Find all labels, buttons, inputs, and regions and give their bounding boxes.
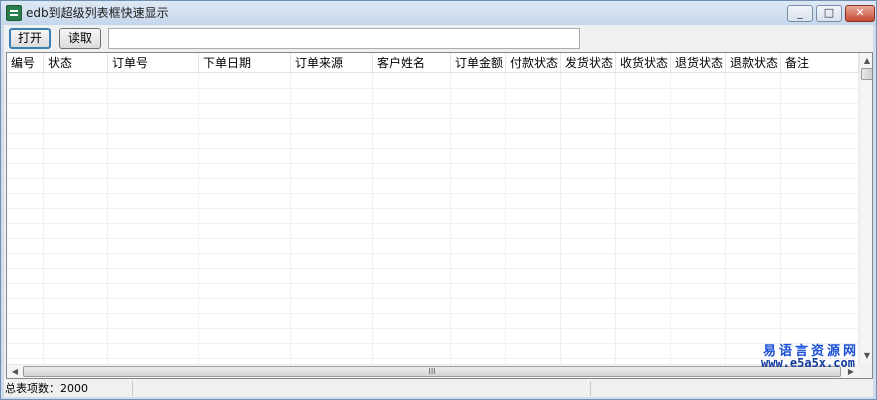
path-input[interactable] [108, 28, 580, 49]
grid-row-line [7, 328, 859, 329]
maximize-button[interactable]: □ [816, 5, 842, 22]
grid-row-line [7, 133, 859, 134]
super-list-box[interactable]: 编号 状态 订单号 下单日期 订单来源 客户姓名 订单金额 付款状态 发货状态 收货状态 退货状态退… [6, 52, 873, 379]
status-divider [132, 381, 133, 396]
column-header[interactable]: 订单来源 [291, 53, 373, 73]
grid-row-line [7, 178, 859, 179]
column-header[interactable]: 付款状态 [506, 53, 561, 73]
watermark-url: www.e5a5x.com [761, 356, 855, 370]
open-button[interactable]: 打开 [9, 28, 51, 49]
list-header: 编号 状态 订单号 下单日期 订单来源 客户姓名 订单金额 付款状态 发货状态 收货状态 退货状态退… [7, 53, 859, 73]
grid-column-line [44, 73, 108, 365]
grid-row-line [7, 343, 859, 344]
grid-column-line [373, 73, 451, 365]
horizontal-scrollbar[interactable]: ◀ III ▶ [7, 364, 859, 378]
grid-row-line [7, 298, 859, 299]
vertical-scroll-thumb[interactable] [861, 68, 872, 80]
column-header[interactable]: 编号 [7, 53, 44, 73]
scroll-down-icon[interactable]: ▼ [860, 349, 872, 363]
grid-row-line [7, 208, 859, 209]
grid-column-line [781, 73, 859, 365]
status-bar: 总表项数：2000 [4, 380, 873, 397]
grid-column-line [726, 73, 781, 365]
grid-column-line [108, 73, 199, 365]
column-header[interactable]: 状态 [44, 53, 108, 73]
read-button[interactable]: 读取 [59, 28, 101, 49]
window-title: edb到超级列表框快速显示 [26, 6, 169, 20]
grid-row-line [7, 163, 859, 164]
grid-row-line [7, 223, 859, 224]
column-header[interactable]: 发货状态 [561, 53, 616, 73]
column-header[interactable]: 下单日期 [199, 53, 291, 73]
scroll-up-icon[interactable]: ▲ [860, 54, 872, 68]
grid-row-line [7, 283, 859, 284]
grid-row-line [7, 253, 859, 254]
title-bar[interactable]: edb到超级列表框快速显示 _ □ ✕ [1, 1, 876, 25]
grid-column-line [199, 73, 291, 365]
grid-column-line [561, 73, 616, 365]
app-icon [6, 5, 22, 21]
grid-row-line [7, 358, 859, 359]
close-button[interactable]: ✕ [845, 5, 875, 22]
grid-column-line [671, 73, 726, 365]
column-header[interactable]: 备注 [781, 53, 859, 73]
column-header[interactable]: 订单号 [108, 53, 199, 73]
grid-column-line [616, 73, 671, 365]
column-header[interactable]: 客户姓名 [373, 53, 451, 73]
column-header[interactable]: 收货状态 [616, 53, 671, 73]
grid-column-line [506, 73, 561, 365]
scroll-left-icon[interactable]: ◀ [8, 365, 22, 378]
grid-row-line [7, 88, 859, 89]
status-total-items: 总表项数：2000 [5, 382, 88, 395]
grid-row-line [7, 118, 859, 119]
grid-row-line [7, 268, 859, 269]
list-body[interactable] [7, 73, 859, 365]
minimize-button[interactable]: _ [787, 5, 813, 22]
grid-row-line [7, 313, 859, 314]
scroll-corner [859, 364, 872, 378]
grid-column-line [291, 73, 373, 365]
grid-row-line [7, 103, 859, 104]
column-header[interactable]: 退货状态 [671, 53, 726, 73]
status-divider [590, 381, 591, 396]
column-header[interactable]: 订单金额 [451, 53, 506, 73]
client-area: 打开 读取 编号 状态 订单号 下单日期 订单来源 客户姓名 订单金额 付款状态 发货状态 收货状… [4, 25, 873, 397]
vertical-scrollbar[interactable]: ▲ ▼ [859, 53, 872, 364]
grid-row-line [7, 148, 859, 149]
app-window: edb到超级列表框快速显示 _ □ ✕ 打开 读取 编号 状态 订单号 下单日期 订单来… [0, 0, 877, 400]
grid-row-line [7, 238, 859, 239]
grid-column-line [451, 73, 506, 365]
horizontal-scroll-thumb[interactable]: III [23, 366, 841, 377]
grid-column-line [7, 73, 44, 365]
grid-row-line [7, 193, 859, 194]
column-header[interactable]: 退款状态 [726, 53, 781, 73]
